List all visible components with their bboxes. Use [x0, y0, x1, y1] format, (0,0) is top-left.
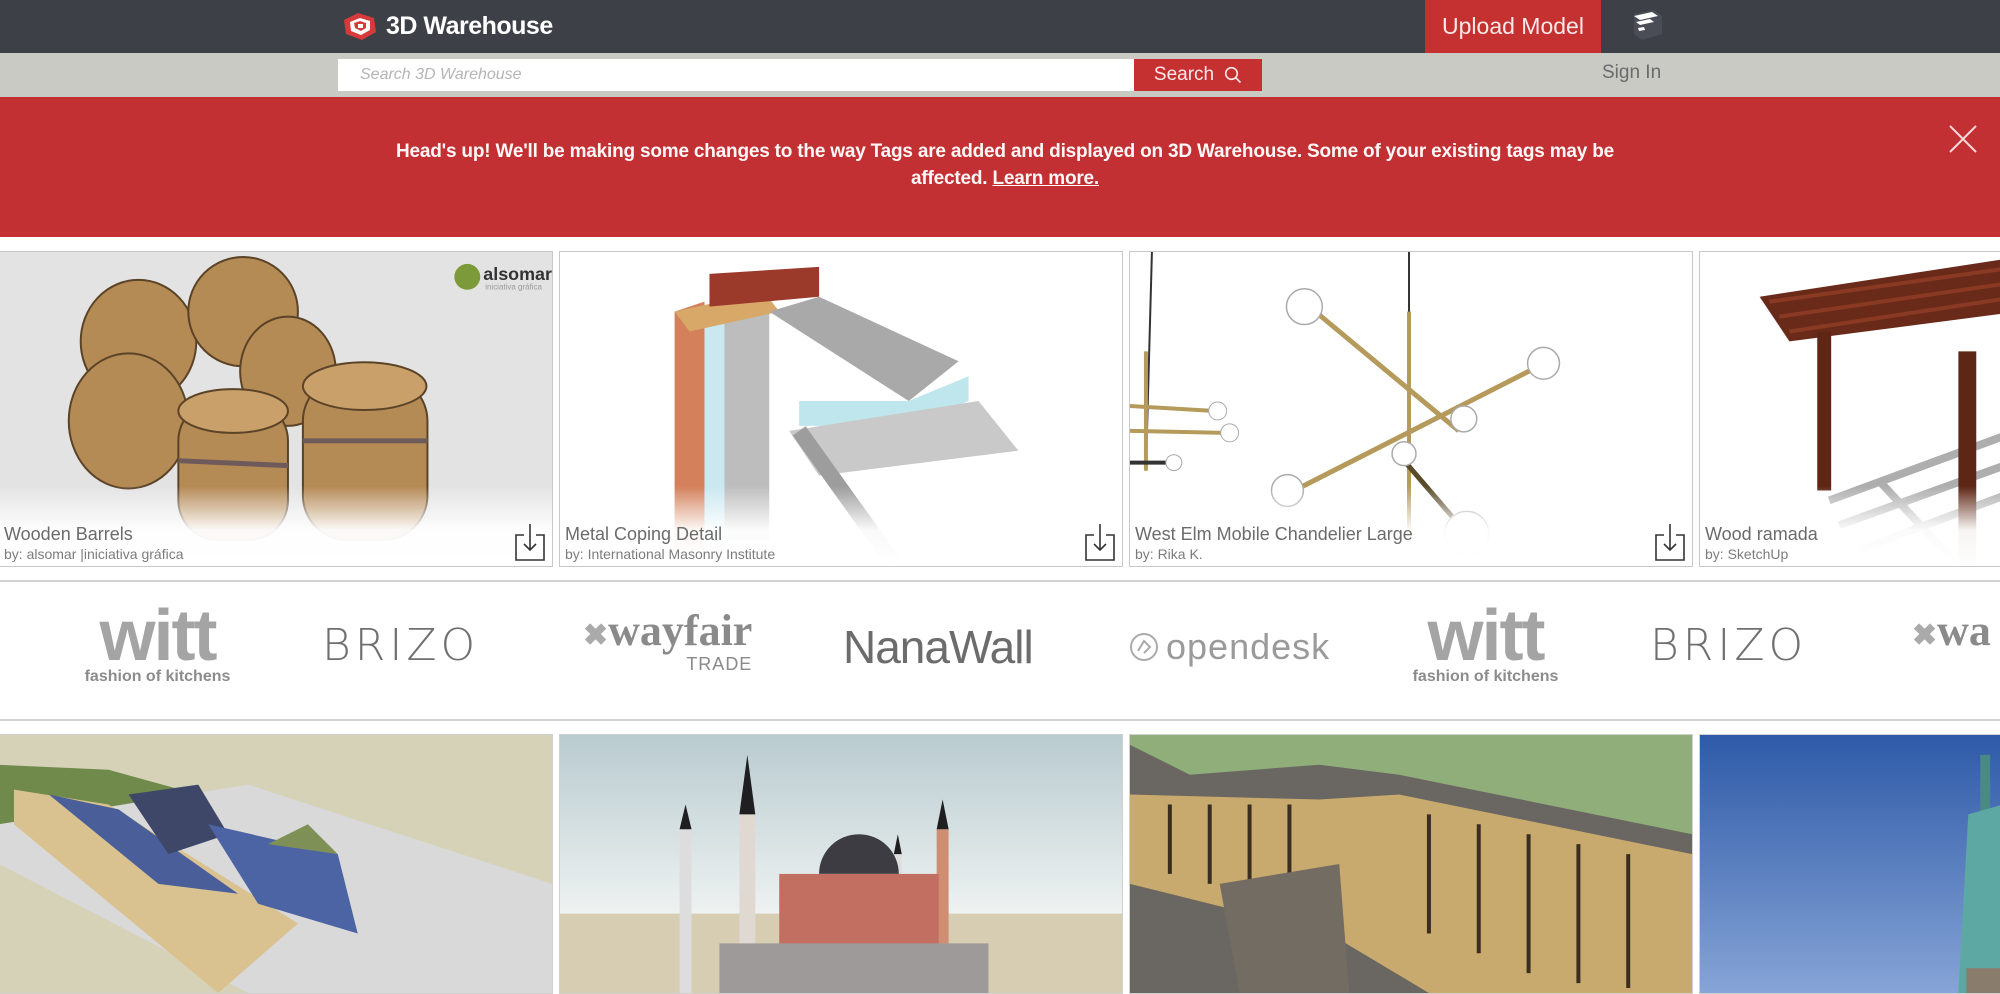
close-icon[interactable]	[1948, 124, 1978, 154]
brand-logo-opendesk[interactable]: opendesk	[1128, 626, 1330, 668]
brand-logo-witt[interactable]: witt fashion of kitchens	[1398, 596, 1573, 686]
model-thumbnail	[1130, 735, 1692, 993]
brand-partners-strip: witt fashion of kitchens BRIZO ✖wayfair …	[0, 580, 2000, 721]
search-button[interactable]: Search	[1134, 59, 1262, 91]
model-title[interactable]: Wooden Barrels	[4, 524, 133, 545]
brand-name: BRIZO	[322, 620, 480, 671]
brand-name: BRIZO	[1650, 620, 1808, 671]
model-thumbnail	[1700, 735, 2000, 993]
notice-banner: Head's up! We'll be making some changes …	[0, 97, 2000, 237]
wayfair-mark-icon: ✖	[1912, 619, 1938, 652]
brand-name: NanaWall	[843, 621, 1034, 673]
model-thumbnail	[0, 735, 552, 993]
brand-logo-brizo[interactable]: BRIZO	[322, 620, 479, 671]
model-title[interactable]: Wood ramada	[1705, 524, 1818, 545]
model-tile[interactable]	[0, 734, 553, 994]
svg-text:alsomar: alsomar	[483, 264, 552, 284]
brand-tagline: fashion of kitchens	[1412, 668, 1559, 685]
svg-text:iniciativa gráfica: iniciativa gráfica	[485, 283, 542, 292]
brand-tagline: fashion of kitchens	[84, 668, 231, 685]
brand-name: witt	[99, 596, 218, 676]
download-icon[interactable]	[1085, 523, 1115, 561]
model-card[interactable]: Wood ramada by: SketchUp	[1699, 251, 2000, 567]
banner-message: Head's up! We'll be making some changes …	[390, 138, 1620, 192]
download-icon[interactable]	[1655, 523, 1685, 561]
search-icon	[1224, 66, 1242, 84]
model-tile[interactable]	[559, 734, 1123, 994]
brand-logo-wayfair[interactable]: ✖wayfair TRADE	[583, 609, 753, 674]
brand-tagline: TRADE	[686, 654, 753, 674]
model-tile[interactable]	[1129, 734, 1693, 994]
brand-logo-wayfair[interactable]: ✖wa	[1912, 609, 1991, 655]
brand-name: wa	[1937, 606, 1991, 655]
model-card[interactable]: West Elm Mobile Chandelier Large by: Rik…	[1129, 251, 1693, 567]
download-icon[interactable]	[515, 523, 545, 561]
learn-more-link[interactable]: Learn more.	[992, 168, 1099, 189]
top-navigation-bar: 3D Warehouse Upload Model	[0, 0, 2000, 53]
model-title[interactable]: West Elm Mobile Chandelier Large	[1135, 524, 1413, 545]
model-card[interactable]: alsomar iniciativa gráfica Wooden Barrel…	[0, 251, 553, 567]
site-name: 3D Warehouse	[386, 11, 553, 40]
search-bar: Search	[0, 53, 2000, 97]
search-input[interactable]	[338, 59, 1134, 91]
model-author[interactable]: by: SketchUp	[1705, 546, 1788, 562]
brand-name: witt	[1427, 596, 1546, 676]
wayfair-mark-icon: ✖	[583, 619, 609, 652]
brand-logo-brizo[interactable]: BRIZO	[1650, 620, 1807, 671]
model-card[interactable]: Metal Coping Detail by: International Ma…	[559, 251, 1123, 567]
sign-in-link[interactable]: Sign In	[1602, 62, 1661, 84]
model-thumbnail	[560, 735, 1122, 993]
search-button-label: Search	[1153, 64, 1215, 85]
brand-logo-witt[interactable]: witt fashion of kitchens	[70, 596, 245, 686]
model-author[interactable]: by: Rika K.	[1135, 546, 1203, 562]
sketchup-icon[interactable]	[1628, 8, 1664, 42]
model-author[interactable]: by: alsomar |iniciativa gráfica	[4, 546, 183, 562]
model-author[interactable]: by: International Masonry Institute	[565, 546, 775, 562]
brand-name: opendesk	[1166, 626, 1331, 667]
warehouse-logo-icon	[344, 13, 376, 40]
site-logo[interactable]: 3D Warehouse	[340, 8, 553, 44]
brand-name: wayfair	[608, 606, 753, 655]
upload-model-button[interactable]: Upload Model	[1425, 0, 1601, 53]
opendesk-icon	[1130, 633, 1158, 661]
model-tile[interactable]	[1699, 734, 2000, 994]
brand-logo-nanawall[interactable]: NanaWall	[843, 620, 1034, 674]
model-title[interactable]: Metal Coping Detail	[565, 524, 722, 545]
